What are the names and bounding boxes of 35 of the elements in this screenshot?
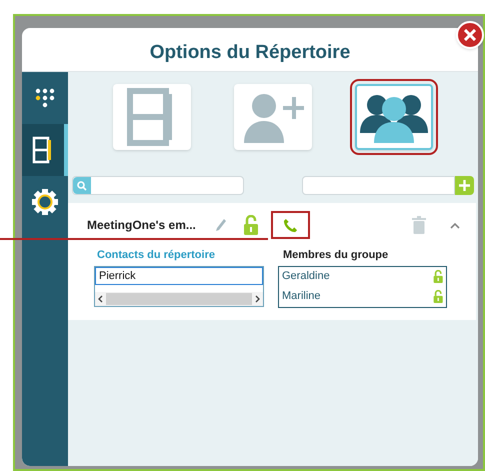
dialog-title: Options du Répertoire [150,41,350,66]
member-name: Mariline [282,289,321,304]
scroll-left-icon[interactable] [98,294,103,302]
call-button[interactable] [273,213,308,237]
search-field[interactable] [72,176,244,195]
tile-button[interactable] [234,84,312,150]
caret-icon [450,222,460,228]
settings-icon [31,188,59,216]
column-heading: Membres du groupe [282,248,390,263]
input-field[interactable] [302,176,455,195]
unlocked-padlock-icon [432,270,443,283]
delete-button[interactable] [412,216,426,234]
address-book-icon [32,136,54,164]
add-button[interactable] [455,176,474,195]
edit-button[interactable] [215,218,227,232]
sidebar-item[interactable] [22,124,68,176]
group-name: MeetingOne's em... [87,217,197,234]
phone-icon [283,218,298,232]
unlocked-padlock-icon [432,290,443,303]
unlocked-padlock-icon [243,215,259,235]
collapse-button[interactable] [450,222,460,228]
pencil-icon [215,218,227,232]
plus-icon [459,180,470,191]
horizontal-scrollbar[interactable] [95,292,263,306]
add-user-icon [242,91,304,143]
dialpad-icon [34,87,56,109]
scroll-right-icon[interactable] [255,294,260,302]
trash-icon [412,216,426,234]
contact-search-field[interactable]: Pierrick [95,266,263,284]
tile-button[interactable] [113,84,192,150]
search-icon [77,180,87,190]
column-heading: Contacts du répertoire [96,248,216,263]
lock-button[interactable] [243,215,259,235]
close-icon [464,29,476,41]
member-name: Geraldine [282,269,330,284]
